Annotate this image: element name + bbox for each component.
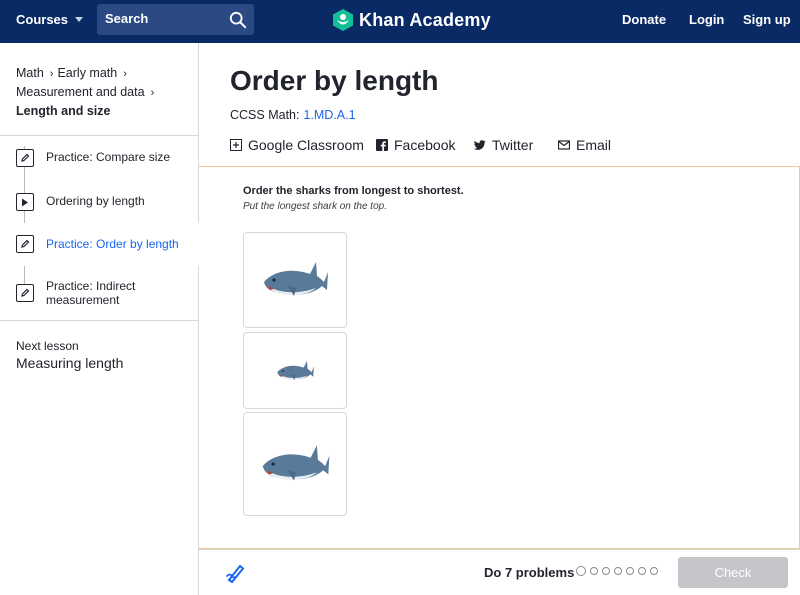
share-label: Twitter [492,137,534,153]
progress-dot [590,567,598,575]
breadcrumb-measurement[interactable]: Measurement and data [16,85,145,99]
share-email[interactable]: Email [558,137,611,153]
shark-card-large[interactable] [243,412,347,516]
exercise-instruction: Order the sharks from longest to shortes… [243,185,464,197]
progress-dot [638,567,646,575]
sidebar-item-order-by-length[interactable]: Practice: Order by length [0,223,199,266]
progress-dot [650,567,658,575]
email-icon [558,140,570,150]
sidebar-item-indirect-measurement[interactable]: Practice: Indirect measurement [0,277,199,317]
shark-image [277,360,314,380]
sidebar-item-label: Practice: Order by length [46,237,179,251]
courses-menu[interactable]: Courses [16,12,84,27]
sidebar: Math › Early math › Measurement and data › L… [0,43,199,595]
do-problems-label: Do 7 problems [484,565,575,580]
sidebar-divider [0,135,199,136]
next-lesson-label: Next lesson [16,339,79,353]
login-link[interactable]: Login [689,12,724,27]
donate-link[interactable]: Donate [622,12,666,27]
sidebar-item-label: Ordering by length [46,194,145,208]
search-box[interactable] [97,4,254,35]
logo-text: Khan Academy [359,9,491,30]
progress-dot [626,567,634,575]
search-input[interactable] [105,11,225,26]
share-twitter[interactable]: Twitter [474,137,533,153]
share-facebook[interactable]: Facebook [376,137,455,153]
share-google-classroom[interactable]: Google Classroom [230,137,364,153]
sidebar-item-compare-size[interactable]: Practice: Compare size [0,147,199,183]
breadcrumb-math[interactable]: Math [16,66,44,80]
shark-card-small[interactable] [243,332,347,409]
sidebar-item-label: Practice: Compare size [46,150,171,164]
play-icon [16,193,34,211]
sidebar-item-ordering-by-length[interactable]: Ordering by length [0,191,199,227]
share-label: Email [576,137,612,153]
exercise-hint: Put the longest shark on the top. [243,201,387,212]
chevron-right-icon: › [49,68,54,80]
shark-image [264,262,328,296]
progress-dot [602,567,610,575]
signup-link[interactable]: Sign up [743,12,791,27]
breadcrumb-current: Length and size [16,104,111,118]
ccss-standard: CCSS Math: 1.MD.A.1 [230,108,356,122]
shark-card-medium[interactable] [243,232,347,328]
breadcrumb: Math › Early math › Measurement and data › L… [16,64,186,120]
check-button[interactable]: Check [678,557,788,588]
khan-academy-logo[interactable]: Khan Academy [333,9,491,31]
ccss-label: CCSS Math: [230,108,300,122]
share-label: Facebook [394,137,456,153]
pencil-icon [16,284,34,302]
page-title: Order by length [230,65,439,96]
google-classroom-icon [230,139,242,151]
pencil-icon [16,235,34,253]
chevron-right-icon: › [150,87,155,99]
chevron-right-icon: › [123,68,127,80]
breadcrumb-early-math[interactable]: Early math [57,66,117,80]
ccss-code-link[interactable]: 1.MD.A.1 [303,108,355,122]
share-label: Google Classroom [248,137,364,153]
sidebar-divider [0,320,199,321]
courses-label: Courses [16,12,69,27]
pencil-icon [16,149,34,167]
sidebar-item-label: Practice: Indirect measurement [46,279,136,307]
facebook-icon [376,139,388,151]
progress-dot [576,566,586,576]
shark-image [262,445,330,481]
next-lesson-link[interactable]: Measuring length [16,355,123,371]
scratchpad-pencil-icon[interactable] [225,562,247,584]
search-icon[interactable] [229,11,247,29]
progress-dot [614,567,622,575]
twitter-icon [474,140,486,150]
progress-dots [576,566,658,576]
chevron-down-icon [75,17,84,22]
logo-hexagon-icon [333,9,353,31]
top-navigation-bar: Courses Khan Academy Donate Login Sign u… [0,0,800,43]
